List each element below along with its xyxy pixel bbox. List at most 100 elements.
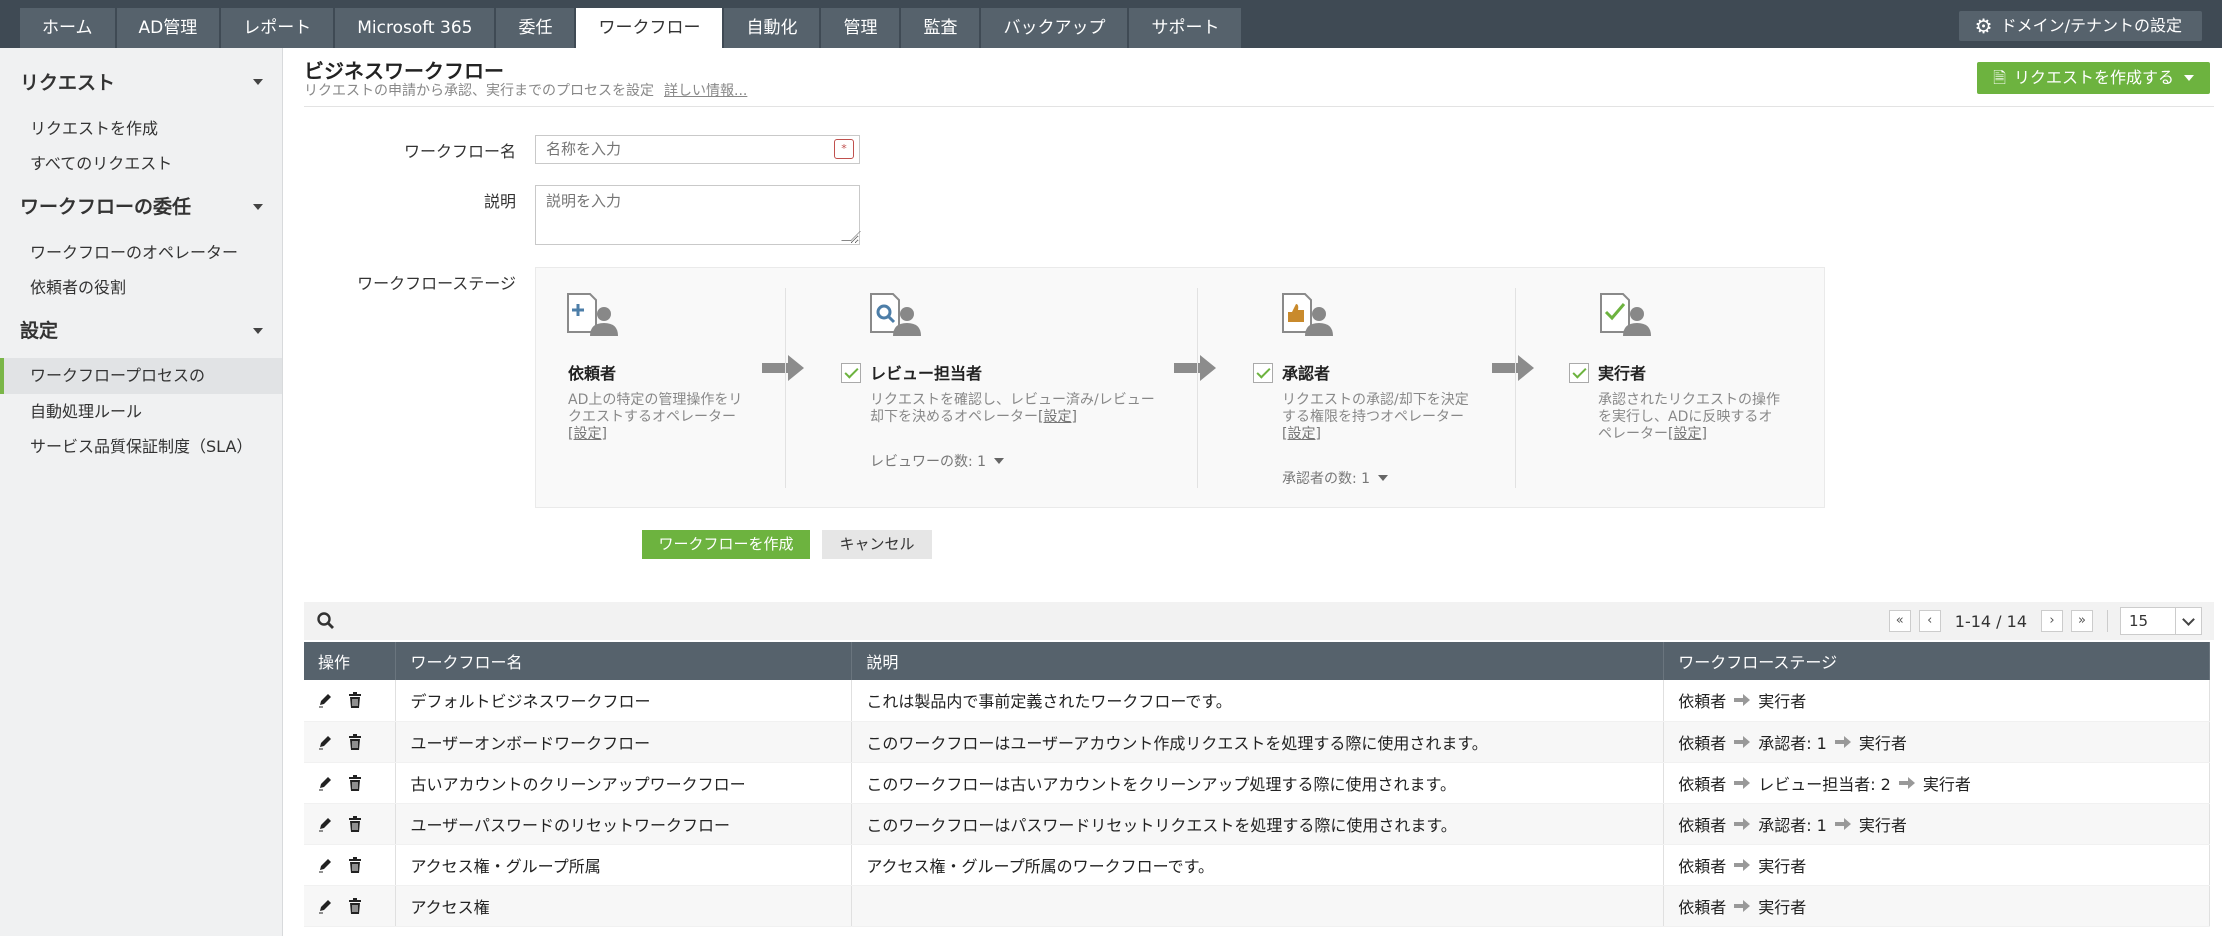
pagination: « ‹ 1-14 / 14 › » 15 (1881, 602, 2214, 640)
sidebar-item-sla[interactable]: サービス品質保証制度（SLA） (30, 433, 252, 457)
stage-configure-link[interactable]: [設定] (1038, 409, 1077, 425)
tab-workflow[interactable]: ワークフロー (576, 8, 723, 48)
tab-support[interactable]: サポート (1129, 8, 1242, 48)
tab-home[interactable]: ホーム (20, 8, 115, 48)
sidebar-item-all-requests[interactable]: すべてのリクエスト (30, 150, 172, 174)
sidebar-section-request[interactable]: リクエスト (20, 68, 115, 95)
tab-microsoft-365[interactable]: Microsoft 365 (335, 8, 495, 48)
edit-icon[interactable] (318, 692, 332, 708)
cell-name[interactable]: デフォルトビジネスワークフロー (395, 680, 853, 722)
stage-chip: 承認者: 1 (1758, 815, 1827, 835)
page-subtitle: リクエストの申請から承認、実行までのプロセスを設定 詳しい情報... (304, 80, 747, 100)
top-nav: ホーム AD管理 レポート Microsoft 365 委任 ワークフロー 自動… (0, 0, 2222, 48)
stage-chip: 依頼者 (1678, 897, 1727, 917)
cell-name[interactable]: アクセス権 (395, 885, 853, 927)
last-page-icon[interactable]: » (2071, 610, 2093, 632)
stage-flow: 依頼者 レビュー担当者: 2 実行者 (1678, 771, 2209, 795)
previous-page-icon[interactable]: ‹ (1918, 610, 1941, 632)
arrow-right-icon (1734, 817, 1751, 830)
reviewer-icon (870, 293, 921, 336)
first-page-icon[interactable]: « (1888, 610, 1911, 632)
executor-checkbox[interactable] (1569, 363, 1589, 383)
chevron-down-icon[interactable] (253, 328, 263, 334)
sidebar-item-workflow-operators[interactable]: ワークフローのオペレーター (30, 239, 238, 263)
sidebar-item-create-request[interactable]: リクエストを作成 (30, 115, 158, 139)
cell-description: このワークフローはパスワードリセットリクエストを処理する際に使用されます。 (851, 803, 1665, 845)
delete-icon[interactable] (348, 774, 362, 791)
stage-flow: 依頼者 実行者 (1678, 688, 2209, 712)
description-input[interactable] (535, 185, 860, 245)
workflow-name-label: ワークフロー名 (403, 142, 516, 161)
chevron-down-icon[interactable] (253, 79, 263, 85)
search-icon[interactable] (316, 611, 336, 631)
edit-icon[interactable] (318, 857, 332, 873)
table-row[interactable]: 古いアカウントのクリーンアップワークフロー このワークフローは古いアカウントをクリ… (304, 762, 2210, 804)
character-picker-icon[interactable]: * (834, 139, 854, 159)
approver-count-dropdown[interactable]: 承認者の数: 1 (1282, 468, 1389, 488)
column-header-description[interactable]: 説明 (851, 642, 1665, 680)
tab-automation[interactable]: 自動化 (724, 8, 820, 48)
cell-name[interactable]: アクセス権・グループ所属 (395, 844, 853, 886)
table-body: デフォルトビジネスワークフロー これは製品内で事前定義されたワークフローです。 依頼… (304, 680, 2210, 927)
edit-icon[interactable] (318, 816, 332, 832)
tab-reports[interactable]: レポート (221, 8, 334, 48)
stage-desc-executor: 承認されたリクエストの操作を実行し、ADに反映するオペレーター[設定] (1598, 392, 1783, 443)
page-size-select[interactable]: 15 (2120, 607, 2202, 635)
column-header-stages[interactable]: ワークフローステージ (1663, 642, 2210, 680)
cell-name[interactable]: 古いアカウントのクリーンアップワークフロー (395, 762, 853, 804)
create-workflow-button[interactable]: ワークフローを作成 (642, 530, 810, 559)
table-row[interactable]: デフォルトビジネスワークフロー これは製品内で事前定義されたワークフローです。 依頼… (304, 680, 2210, 722)
domain-settings-label: ドメイン/テナントの設定 (2000, 16, 2182, 35)
domain-settings-button[interactable]: ⚙ ドメイン/テナントの設定 (1958, 11, 2202, 41)
table-row[interactable]: アクセス権・グループ所属 アクセス権・グループ所属のワークフローです。 依頼者 実行者 (304, 844, 2210, 886)
chevron-down-icon[interactable] (253, 204, 263, 210)
cell-description: これは製品内で事前定義されたワークフローです。 (851, 680, 1665, 722)
sidebar-item-requester-roles[interactable]: 依頼者の役割 (30, 274, 126, 298)
sidebar-section-settings[interactable]: 設定 (20, 316, 58, 343)
edit-icon[interactable] (318, 734, 332, 750)
table-row[interactable]: アクセス権 依頼者 実行者 (304, 885, 2210, 927)
sidebar-item-workflow-process[interactable]: ワークフロープロセスの (0, 358, 282, 394)
stage-chip: 実行者 (1758, 692, 1807, 712)
sidebar-section-workflow-delegation[interactable]: ワークフローの委任 (20, 192, 191, 219)
next-page-icon[interactable]: › (2041, 610, 2063, 632)
column-header-name[interactable]: ワークフロー名 (395, 642, 853, 680)
main-tabs: ホーム AD管理 レポート Microsoft 365 委任 ワークフロー 自動… (20, 8, 1243, 48)
tab-backup[interactable]: バックアップ (981, 8, 1128, 48)
tab-admin[interactable]: 管理 (821, 8, 900, 48)
sidebar-item-automation-rules[interactable]: 自動処理ルール (30, 398, 142, 422)
delete-icon[interactable] (348, 815, 362, 832)
delete-icon[interactable] (348, 897, 362, 914)
stage-configure-link[interactable]: [設定] (1668, 426, 1707, 442)
tab-ad-management[interactable]: AD管理 (116, 8, 220, 48)
cell-name[interactable]: ユーザーオンボードワークフロー (395, 721, 853, 763)
cell-stages: 依頼者 実行者 (1663, 844, 2210, 886)
more-info-link[interactable]: 詳しい情報... (664, 83, 747, 99)
stage-configure-link[interactable]: [設定] (568, 426, 607, 442)
cancel-button[interactable]: キャンセル (822, 530, 932, 559)
chevron-down-icon (994, 458, 1005, 464)
reviewer-checkbox[interactable] (841, 363, 861, 383)
approver-checkbox[interactable] (1253, 363, 1273, 383)
table-row[interactable]: ユーザーオンボードワークフロー このワークフローはユーザーアカウント作成リクエスト… (304, 721, 2210, 763)
delete-icon[interactable] (348, 733, 362, 750)
edit-icon[interactable] (318, 898, 332, 914)
arrow-right-icon (1898, 776, 1915, 789)
delete-icon[interactable] (348, 856, 362, 873)
cell-name[interactable]: ユーザーパスワードのリセットワークフロー (395, 803, 853, 845)
reviewer-count-dropdown[interactable]: レビュワーの数: 1 (870, 451, 1005, 471)
edit-icon[interactable] (318, 775, 332, 791)
tab-audit[interactable]: 監査 (901, 8, 980, 48)
table-header-row: 操作 ワークフロー名 説明 ワークフローステージ (304, 642, 2210, 680)
workflow-name-input[interactable] (535, 135, 860, 164)
stage-flow: 依頼者 実行者 (1678, 894, 2209, 918)
tab-delegation[interactable]: 委任 (496, 8, 575, 48)
stage-chip: 実行者 (1858, 815, 1907, 835)
stage-configure-link[interactable]: [設定] (1282, 426, 1321, 442)
stage-desc-approver: リクエストの承認/却下を決定する権限を持つオペレーター[設定] (1282, 392, 1472, 443)
delete-icon[interactable] (348, 692, 362, 709)
table-row[interactable]: ユーザーパスワードのリセットワークフロー このワークフローはパスワードリセットリク… (304, 803, 2210, 845)
create-request-button[interactable]: 🗎 リクエストを作成する (1977, 62, 2210, 94)
stage-desc-text: リクエストの承認/却下を決定する権限を持つオペレーター (1282, 392, 1469, 425)
cell-stages: 依頼者 実行者 (1663, 885, 2210, 927)
